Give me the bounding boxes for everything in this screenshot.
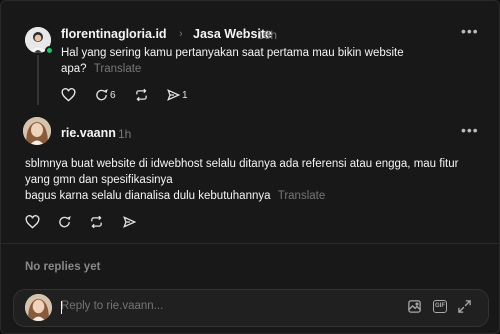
composer-avatar bbox=[25, 294, 52, 321]
repost-button[interactable] bbox=[89, 215, 104, 229]
heart-icon bbox=[25, 215, 40, 229]
share-button[interactable]: 1 bbox=[166, 88, 188, 102]
parent-username[interactable]: florentinagloria.id bbox=[61, 27, 167, 41]
like-button[interactable] bbox=[61, 88, 76, 102]
section-divider bbox=[1, 243, 499, 244]
translate-link[interactable]: Translate bbox=[278, 190, 326, 202]
gif-icon[interactable]: GIF bbox=[433, 300, 447, 313]
comment-button[interactable]: 6 bbox=[94, 88, 116, 102]
repost-button[interactable] bbox=[134, 88, 149, 102]
share-icon bbox=[166, 88, 181, 102]
avatar-rievaann[interactable] bbox=[23, 117, 51, 145]
thread-window: florentinagloria.id › Jasa Website 16h •… bbox=[0, 0, 500, 334]
thread-connector-line bbox=[37, 55, 39, 105]
expand-icon[interactable] bbox=[457, 299, 472, 319]
reply-text-line-3-body: bagus karna selalu dianalisa dulu kebutu… bbox=[25, 190, 271, 202]
translate-link[interactable]: Translate bbox=[94, 63, 142, 75]
reply-text-line-1: sblmnya buat website di idwebhost selalu… bbox=[25, 158, 459, 170]
more-icon[interactable]: ••• bbox=[461, 122, 479, 138]
parent-post-text: Hal yang sering kamu pertanyakan saat pe… bbox=[61, 45, 421, 77]
text-caret bbox=[61, 301, 62, 314]
reply-input[interactable] bbox=[61, 300, 361, 312]
like-button[interactable] bbox=[25, 215, 40, 229]
comment-icon bbox=[94, 88, 109, 102]
comment-button[interactable] bbox=[57, 215, 72, 229]
share-icon bbox=[122, 215, 137, 229]
parent-timestamp: 16h bbox=[257, 28, 278, 42]
reply-text-line-2: yang gmn dan spesifikasinya bbox=[25, 174, 173, 186]
reply-username[interactable]: rie.vaann bbox=[61, 126, 116, 140]
chevron-right-icon: › bbox=[179, 28, 183, 40]
heart-icon bbox=[61, 88, 76, 102]
repost-icon bbox=[89, 215, 104, 229]
comment-count: 6 bbox=[110, 89, 116, 101]
more-icon[interactable]: ••• bbox=[461, 23, 479, 39]
image-icon[interactable] bbox=[407, 299, 422, 319]
repost-icon bbox=[134, 88, 149, 102]
no-replies-label: No replies yet bbox=[25, 261, 101, 273]
share-button[interactable] bbox=[122, 215, 137, 229]
reply-timestamp: 1h bbox=[118, 127, 132, 141]
share-count: 1 bbox=[182, 89, 188, 101]
reply-text-line-3: bagus karna selalu dianalisa dulu kebutu… bbox=[25, 188, 495, 204]
reply-post-text: sblmnya buat website di idwebhost selalu… bbox=[25, 156, 495, 204]
comment-icon bbox=[57, 215, 72, 229]
online-status-dot bbox=[45, 46, 54, 55]
